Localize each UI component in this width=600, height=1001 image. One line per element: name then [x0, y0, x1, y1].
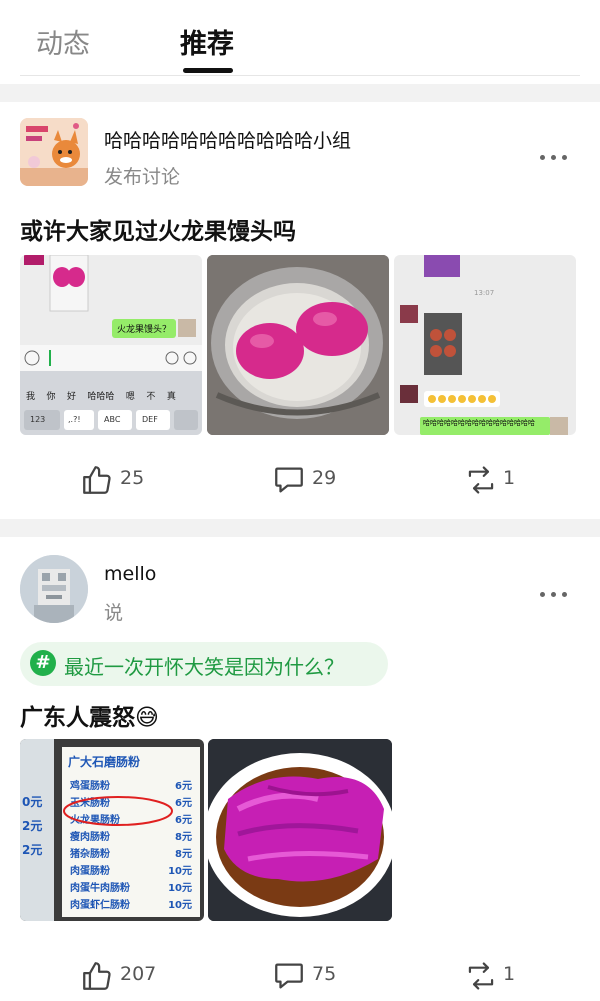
- post-actions: 207 75 1: [0, 955, 600, 995]
- post-type-label: 发布讨论: [104, 166, 181, 188]
- post-image-rice-rolls[interactable]: [208, 739, 392, 921]
- section-separator: [0, 84, 600, 102]
- menu-row: 肉蛋肠粉 10元: [70, 862, 196, 879]
- menu-item-name: 玉米肠粉: [70, 798, 110, 809]
- repost-icon: [468, 962, 494, 990]
- post-title[interactable]: 或许大家见过火龙果馒头吗: [20, 212, 296, 246]
- like-count: 25: [120, 467, 145, 489]
- post-image-chat[interactable]: 火龙果馒头？ 我 你 好 哈哈哈 嗯 不 真 123 ,.?! ABC DEF: [20, 255, 202, 435]
- repost-icon: [468, 466, 494, 494]
- menu-board: 广大石磨肠粉 鸡蛋肠粉 6元 玉米肠粉 6元 火龙果肠粉 6元 瘦肉肠粉 8元 猪杂肠粉 8元 肉蛋…: [62, 747, 200, 917]
- repost-button[interactable]: 1: [463, 459, 523, 499]
- menu-row: 猪杂肠粉 8元: [70, 845, 196, 862]
- menu-item-price: 6元: [175, 798, 192, 809]
- like-count: 207: [120, 963, 157, 985]
- comment-icon: [275, 963, 303, 989]
- username[interactable]: mello: [104, 563, 156, 585]
- comment-count: 75: [312, 963, 337, 985]
- tab-following[interactable]: 动态: [36, 22, 90, 61]
- hashtag-icon: #: [30, 650, 56, 676]
- like-button[interactable]: 207: [80, 955, 170, 995]
- like-button[interactable]: 25: [80, 459, 160, 499]
- key-123: 123: [30, 415, 46, 424]
- menu-item-name: 肉蛋肠粉: [70, 866, 110, 877]
- menu-item-price: 6元: [175, 781, 192, 792]
- menu-item-name: 瘦肉肠粉: [70, 832, 110, 843]
- menu-row: 瘦肉肠粉 8元: [70, 828, 196, 845]
- menu-row: 玉米肠粉 6元: [70, 794, 196, 811]
- menu-item-name: 肉蛋牛肉肠粉: [70, 883, 130, 894]
- menu-item-price: 10元: [168, 883, 192, 894]
- post-type-label: 说: [104, 602, 124, 624]
- menu-item-price: 8元: [175, 832, 192, 843]
- chat-reply-bubble: 哈哈哈哈哈哈哈哈哈哈哈哈哈哈哈哈: [420, 417, 550, 435]
- section-separator: [0, 519, 600, 537]
- post-title[interactable]: 广东人震怒😅: [20, 698, 159, 732]
- post-image-buns[interactable]: [207, 255, 389, 435]
- key-def: DEF: [142, 415, 158, 424]
- menu-item-price: 8元: [175, 849, 192, 860]
- menu-item-name: 鸡蛋肠粉: [70, 781, 110, 792]
- comment-button[interactable]: 75: [272, 955, 352, 995]
- top-tabs: 动态 推荐: [0, 0, 600, 76]
- comment-button[interactable]: 29: [272, 459, 352, 499]
- active-tab-indicator: [183, 68, 233, 73]
- menu-row: 肉蛋牛肉肠粉 10元: [70, 879, 196, 896]
- chat-bubble: 火龙果馒头？: [112, 319, 177, 338]
- repost-count: 1: [503, 467, 516, 489]
- menu-header: 广大石磨肠粉: [68, 755, 141, 769]
- key-punct: ,.?!: [68, 415, 81, 424]
- menu-item-price: 10元: [168, 866, 192, 877]
- menu-side-panel: 0元 2元 2元: [20, 739, 54, 921]
- topic-text: 最近一次开怀大笑是因为什么？: [64, 655, 344, 679]
- tab-recommended[interactable]: 推荐: [180, 22, 234, 61]
- user-avatar[interactable]: [20, 555, 88, 623]
- key-abc: ABC: [104, 415, 121, 424]
- more-icon[interactable]: [540, 589, 570, 599]
- repost-button[interactable]: 1: [463, 955, 523, 995]
- menu-item-name: 肉蛋虾仁肠粉: [70, 900, 130, 911]
- group-name[interactable]: 哈哈哈哈哈哈哈哈哈哈哈小组: [104, 126, 351, 153]
- more-icon[interactable]: [540, 152, 570, 162]
- post-actions: 25 29 1: [0, 459, 600, 499]
- menu-row: 肉蛋虾仁肠粉 10元: [70, 896, 196, 913]
- chat-time: 13:07: [474, 289, 495, 297]
- comment-count: 29: [312, 467, 337, 489]
- group-avatar[interactable]: [20, 118, 88, 186]
- thumbs-up-icon: [83, 962, 111, 990]
- tab-divider: [20, 75, 580, 76]
- menu-item-price: 6元: [175, 815, 192, 826]
- post-image-menu[interactable]: 0元 2元 2元 广大石磨肠粉 鸡蛋肠粉 6元 玉米肠粉 6元 火龙果肠粉 6元 瘦肉肠粉 8…: [20, 739, 204, 921]
- menu-row: 火龙果肠粉 6元: [70, 811, 196, 828]
- topic-tag[interactable]: # 最近一次开怀大笑是因为什么？: [20, 642, 388, 686]
- thumbs-up-icon: [83, 466, 111, 494]
- comment-icon: [275, 467, 303, 493]
- menu-item-name: 猪杂肠粉: [70, 849, 110, 860]
- menu-item-name: 火龙果肠粉: [70, 815, 120, 826]
- post-image-chat-replies[interactable]: 13:07 哈哈哈哈哈哈哈哈哈哈哈哈哈哈哈哈: [394, 255, 576, 435]
- repost-count: 1: [503, 963, 516, 985]
- menu-row: 鸡蛋肠粉 6元: [70, 777, 196, 794]
- menu-item-price: 10元: [168, 900, 192, 911]
- keyboard-candidates: 我 你 好 哈哈哈 嗯 不 真: [26, 392, 176, 402]
